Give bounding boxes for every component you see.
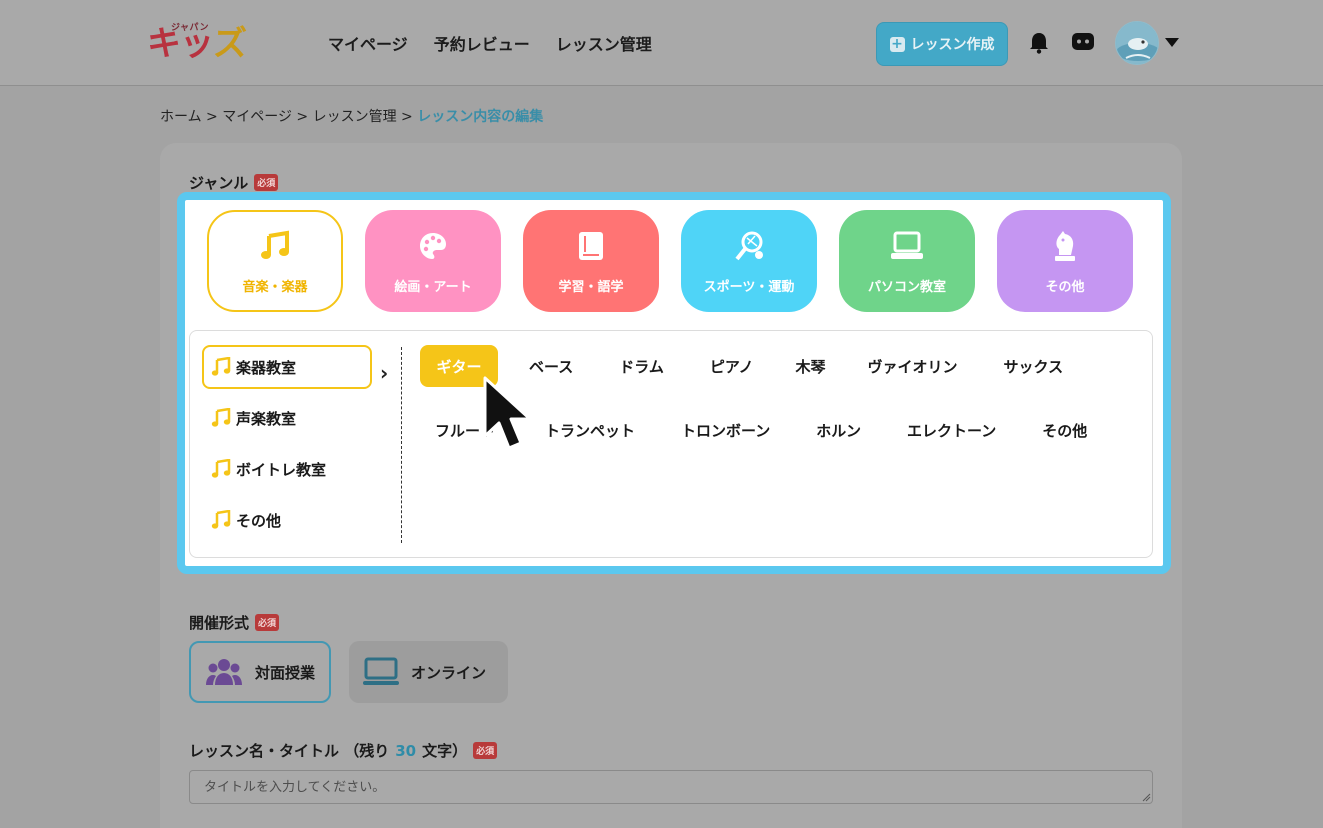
title-label: レッスン名・タイトル （残り 30 文字） 必須 (189, 740, 498, 761)
format-in-person-button[interactable]: 対面授業 (189, 641, 331, 703)
genre-study[interactable]: 学習・語学 (523, 210, 659, 312)
music-note-icon (211, 510, 231, 529)
format-label: 開催形式 必須 (189, 612, 280, 633)
palette-icon (415, 228, 451, 264)
breadcrumb: ホーム > マイページ > レッスン管理 > レッスン内容の編集 (160, 109, 544, 125)
chess-knight-icon (1047, 228, 1083, 264)
main-nav: マイページ 予約レビュー レッスン管理 (328, 31, 652, 55)
divider (401, 347, 402, 543)
instrument-other[interactable]: その他 (1027, 409, 1102, 451)
remaining-count: 30 (395, 741, 417, 760)
racket-icon (731, 228, 767, 264)
genre-pc[interactable]: パソコン教室 (839, 210, 975, 312)
instrument-horn[interactable]: ホルン (801, 409, 876, 451)
instrument-trombone[interactable]: トロンボーン (666, 409, 785, 451)
required-badge: 必須 (254, 174, 279, 191)
instrument-xylophone[interactable]: 木琴 (780, 345, 840, 387)
avatar[interactable] (1115, 21, 1159, 65)
instrument-piano[interactable]: ピアノ (695, 345, 769, 387)
breadcrumb-lesson-management[interactable]: レッスン管理 (313, 109, 397, 125)
subcategory-panel: 楽器教室 声楽教室 ボイトレ教室 その他 › ギター ベース ドラム ピアノ 木… (189, 330, 1153, 558)
instrument-flute[interactable]: フルート (420, 409, 510, 451)
nav-mypage[interactable]: マイページ (328, 31, 408, 55)
music-note-icon (211, 357, 231, 376)
format-online-button[interactable]: オンライン (349, 641, 508, 703)
music-note-icon (211, 459, 231, 478)
logo[interactable]: ジャパン キッズ (147, 22, 251, 66)
title-input[interactable] (189, 770, 1153, 804)
required-badge: 必須 (255, 614, 280, 631)
genre-music[interactable]: 音楽・楽器 (207, 210, 343, 312)
header: ジャパン キッズ マイページ 予約レビュー レッスン管理 + レッスン作成 (0, 0, 1323, 86)
category-vocal-school[interactable]: 声楽教室 (202, 396, 372, 440)
genre-other[interactable]: その他 (997, 210, 1133, 312)
create-lesson-label: レッスン作成 (910, 37, 995, 53)
instrument-violin[interactable]: ヴァイオリン (853, 345, 973, 387)
caret-down-icon[interactable] (1165, 38, 1179, 47)
instrument-electone[interactable]: エレクトーン (892, 409, 1011, 451)
instrument-bass[interactable]: ベース (514, 345, 588, 387)
logo-text: キッズ (147, 24, 247, 64)
music-note-icon (211, 408, 231, 427)
breadcrumb-home[interactable]: ホーム (160, 109, 202, 125)
nav-lesson-management[interactable]: レッスン管理 (556, 31, 652, 55)
chevron-right-icon: › (380, 361, 389, 385)
instrument-drums[interactable]: ドラム (604, 345, 679, 387)
genre-label: ジャンル 必須 (189, 172, 279, 193)
breadcrumb-mypage[interactable]: マイページ (222, 109, 292, 125)
chat-icon[interactable] (1072, 33, 1094, 53)
category-other[interactable]: その他 (202, 498, 372, 542)
genre-list: 音楽・楽器 絵画・アート 学習・語学 スポーツ・運動 パソコン教室 その他 (207, 210, 1133, 312)
category-list: 楽器教室 声楽教室 ボイトレ教室 その他 (202, 345, 372, 549)
music-note-icon (257, 228, 293, 264)
category-voice-training[interactable]: ボイトレ教室 (202, 447, 372, 491)
instrument-guitar[interactable]: ギター (420, 345, 498, 387)
instrument-row-1: ギター ベース ドラム ピアノ 木琴 ヴァイオリン サックス (420, 345, 1078, 387)
monitor-icon (363, 657, 399, 685)
computer-icon (889, 228, 925, 264)
group-icon (206, 659, 242, 685)
nav-reservation-review[interactable]: 予約レビュー (434, 31, 530, 55)
genre-art[interactable]: 絵画・アート (365, 210, 501, 312)
instrument-row-2: フルート トランペット トロンボーン ホルン エレクトーン その他 (420, 409, 1102, 451)
bell-icon[interactable] (1029, 32, 1049, 54)
category-instrument-school[interactable]: 楽器教室 (202, 345, 372, 389)
genre-sports[interactable]: スポーツ・運動 (681, 210, 817, 312)
required-badge: 必須 (473, 742, 498, 759)
plus-icon: + (889, 35, 905, 52)
genre-selector-panel: 音楽・楽器 絵画・アート 学習・語学 スポーツ・運動 パソコン教室 その他 楽器… (177, 192, 1171, 574)
instrument-trumpet[interactable]: トランペット (530, 409, 650, 451)
breadcrumb-current: レッスン内容の編集 (417, 109, 544, 125)
book-icon (573, 228, 609, 264)
instrument-saxophone[interactable]: サックス (989, 345, 1079, 387)
create-lesson-button[interactable]: + レッスン作成 (876, 22, 1008, 66)
resize-handle-icon[interactable] (1142, 793, 1151, 802)
